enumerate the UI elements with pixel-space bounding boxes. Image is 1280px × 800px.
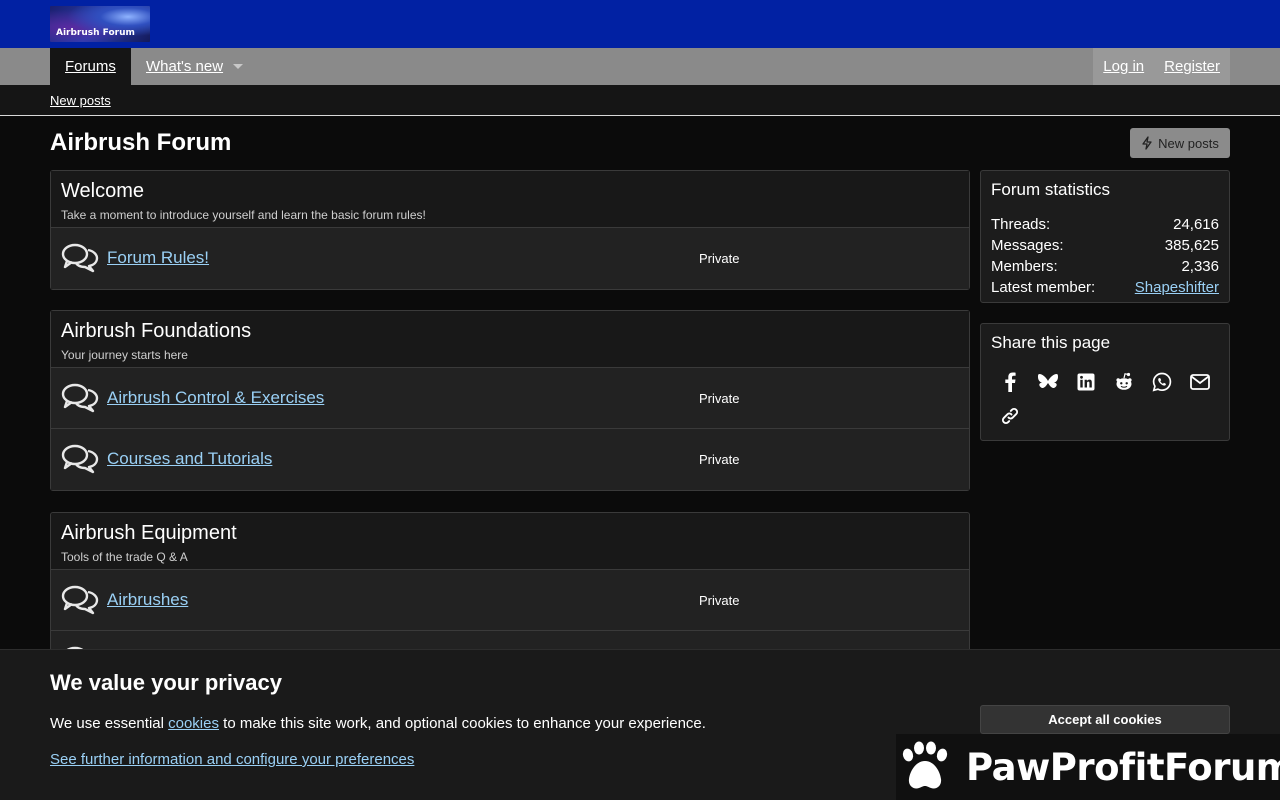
stat-label: Threads:: [991, 216, 1051, 233]
whatsapp-icon[interactable]: [1143, 365, 1181, 399]
stat-value: 2,336: [1181, 258, 1219, 275]
email-icon[interactable]: [1181, 365, 1219, 399]
new-posts-label: New posts: [1158, 135, 1219, 151]
page-title: Airbrush Forum: [50, 129, 232, 156]
linkedin-icon[interactable]: [1067, 365, 1105, 399]
category-title[interactable]: Welcome: [61, 180, 959, 203]
cookie-text-after: to make this site work, and optional coo…: [218, 715, 706, 732]
stat-value: 385,625: [1164, 237, 1219, 254]
stat-latest-member: Latest member: Shapeshifter: [991, 277, 1219, 298]
forum-link-rules[interactable]: Forum Rules!: [107, 248, 209, 268]
share-page: Share this page: [980, 323, 1230, 441]
nav-tab-whats-new[interactable]: What's new: [146, 48, 223, 85]
configure-preferences-link[interactable]: See further information and configure yo…: [50, 751, 414, 768]
paw-icon: [896, 734, 952, 800]
forum-node: Airbrush Control & Exercises Private: [51, 368, 969, 429]
cookies-link[interactable]: cookies: [168, 715, 219, 732]
category-description: Take a moment to introduce yourself and …: [61, 208, 426, 222]
cookie-title: We value your privacy: [50, 670, 282, 695]
bluesky-icon[interactable]: [1029, 365, 1067, 399]
stat-label: Members:: [991, 258, 1058, 275]
register-link[interactable]: Register: [1154, 48, 1230, 85]
forum-node: Forum Rules! Private: [51, 228, 969, 289]
node-status: Private: [699, 251, 740, 266]
stat-label: Messages:: [991, 237, 1064, 254]
forum-statistics: Forum statistics Threads: 24,616 Messages…: [980, 170, 1230, 303]
site-header: Airbrush Forum: [0, 0, 1280, 48]
chevron-down-icon[interactable]: [233, 64, 243, 69]
category-description: Tools of the trade Q & A: [61, 550, 188, 564]
facebook-icon[interactable]: [991, 365, 1029, 399]
node-status: Private: [699, 452, 740, 467]
comments-icon: [61, 383, 99, 413]
stat-value: 24,616: [1173, 216, 1219, 233]
forum-link-airbrushes[interactable]: Airbrushes: [107, 590, 188, 610]
category-equipment: Airbrush Equipment Tools of the trade Q …: [50, 512, 970, 662]
bolt-icon: [1142, 136, 1152, 150]
category-title[interactable]: Airbrush Equipment: [61, 522, 959, 545]
category-description: Your journey starts here: [61, 348, 188, 362]
main-nav: Forums What's new Log in Register: [0, 48, 1280, 85]
subnav-new-posts-link[interactable]: New posts: [50, 93, 111, 108]
forum-node: Courses and Tutorials Private: [51, 429, 969, 490]
cookie-text-before: We use essential: [50, 715, 169, 732]
category-foundations: Airbrush Foundations Your journey starts…: [50, 310, 970, 491]
node-status: Private: [699, 391, 740, 406]
category-header: Airbrush Equipment Tools of the trade Q …: [51, 513, 969, 570]
forum-node: Airbrushes Private: [51, 570, 969, 631]
logo-text: Airbrush Forum: [56, 28, 135, 38]
forum-link-control-exercises[interactable]: Airbrush Control & Exercises: [107, 388, 324, 408]
forum-link-courses[interactable]: Courses and Tutorials: [107, 449, 272, 469]
site-logo[interactable]: Airbrush Forum: [50, 6, 150, 42]
new-posts-button[interactable]: New posts: [1130, 128, 1230, 158]
stat-members: Members: 2,336: [991, 256, 1219, 277]
stats-title: Forum statistics: [991, 180, 1111, 199]
node-status: Private: [699, 593, 740, 608]
category-header: Airbrush Foundations Your journey starts…: [51, 311, 969, 368]
share-buttons: [991, 365, 1219, 433]
share-title: Share this page: [991, 333, 1111, 352]
stat-label: Latest member:: [991, 279, 1096, 296]
sub-nav: New posts: [0, 85, 1280, 116]
stat-messages: Messages: 385,625: [991, 235, 1219, 256]
comments-icon: [61, 243, 99, 273]
comments-icon: [61, 444, 99, 474]
watermark: PawProfitForum: [896, 734, 1280, 800]
category-welcome: Welcome Take a moment to introduce yours…: [50, 170, 970, 290]
category-header: Welcome Take a moment to introduce yours…: [51, 171, 969, 228]
nav-tab-forums[interactable]: Forums: [50, 48, 131, 85]
watermark-text: PawProfitForum: [966, 745, 1280, 789]
comments-icon: [61, 585, 99, 615]
reddit-icon[interactable]: [1105, 365, 1143, 399]
accept-all-cookies-button[interactable]: Accept all cookies: [980, 705, 1230, 734]
category-title[interactable]: Airbrush Foundations: [61, 320, 959, 343]
cookie-text: We use essential cookies to make this si…: [50, 715, 706, 732]
latest-member-link[interactable]: Shapeshifter: [1135, 277, 1219, 298]
login-link[interactable]: Log in: [1093, 48, 1154, 85]
link-icon[interactable]: [991, 399, 1029, 433]
stat-threads: Threads: 24,616: [991, 214, 1219, 235]
account-nav: Log in Register: [1093, 48, 1230, 85]
